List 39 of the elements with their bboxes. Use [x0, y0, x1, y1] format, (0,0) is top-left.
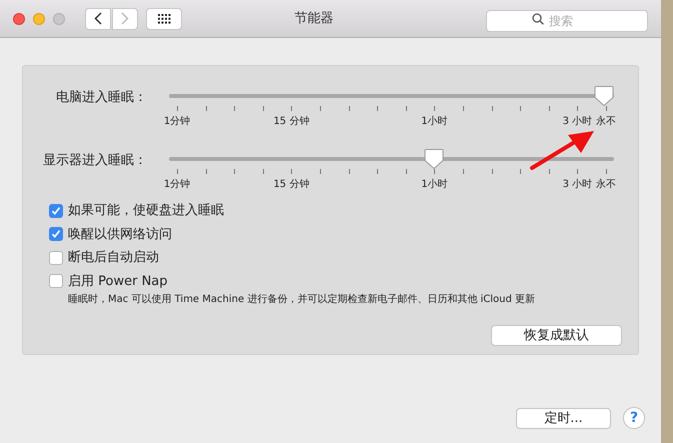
tick-label: 1分钟 — [164, 114, 190, 129]
close-button[interactable] — [13, 12, 25, 24]
chevron-right-icon — [121, 12, 129, 25]
tick-label: 3 小时 — [562, 114, 592, 129]
tick-label: 永不 — [596, 178, 616, 192]
restore-defaults-button[interactable]: 恢复成默认 — [491, 325, 622, 346]
search-icon — [532, 12, 544, 24]
help-button[interactable]: ? — [623, 407, 645, 429]
slider-thumb[interactable] — [594, 85, 614, 107]
checkbox[interactable] — [49, 227, 63, 242]
slider-label: 显示器进入睡眠： — [42, 152, 147, 170]
schedule-button[interactable]: 定时... — [516, 408, 611, 428]
checkbox-label: 唤醒以供网络访问 — [68, 226, 172, 244]
tick-label: 1小时 — [421, 114, 448, 129]
tick-label: 15 分钟 — [273, 178, 310, 192]
tick-label: 1分钟 — [164, 178, 190, 192]
checkbox[interactable] — [49, 204, 63, 218]
option-description: 睡眠时，Mac 可以使用 Time Machine 进行备份，并可以定期检查新电子邮件、日历和其他 iCloud 更新 — [68, 292, 536, 307]
back-button[interactable] — [85, 8, 111, 30]
zoom-button[interactable] — [53, 12, 65, 24]
checkbox[interactable] — [49, 250, 63, 265]
slider[interactable] — [169, 148, 614, 170]
slider-thumb[interactable] — [424, 148, 444, 170]
chevron-left-icon — [94, 12, 102, 25]
tick-label: 3 小时 — [562, 178, 592, 192]
tick-label: 永不 — [596, 114, 616, 129]
checkbox-label: 启用 Power Nap — [68, 272, 168, 290]
grid-button[interactable] — [146, 8, 182, 30]
grid-icon — [158, 14, 170, 24]
tick-label: 1小时 — [421, 178, 448, 192]
checkbox-label: 断电后自动启动 — [68, 249, 159, 267]
slider-label: 电脑进入睡眠： — [55, 89, 147, 107]
minimize-button[interactable] — [33, 12, 45, 24]
search-field[interactable]: 搜索 — [486, 10, 648, 32]
checkbox-label: 如果可能，使硬盘进入睡眠 — [68, 202, 224, 220]
window-title: 节能器 — [294, 10, 334, 28]
checkbox[interactable] — [49, 274, 63, 288]
slider[interactable] — [169, 85, 614, 107]
tick-label: 15 分钟 — [273, 114, 310, 129]
